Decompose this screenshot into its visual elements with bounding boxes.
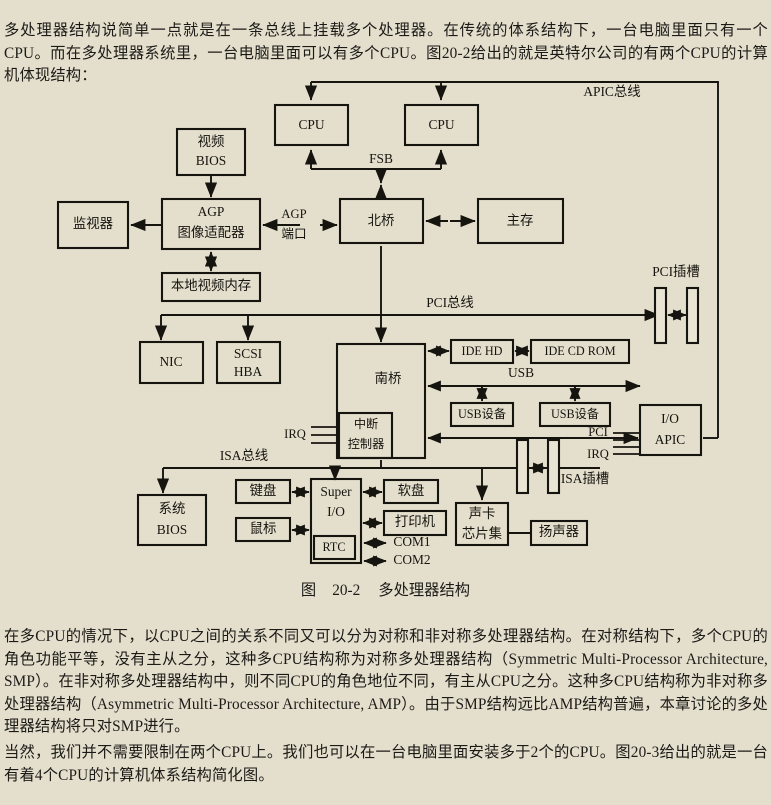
ioapic-pci-irq-lines <box>613 432 639 455</box>
node-speaker-label: 扬声器 <box>539 524 580 539</box>
figure-caption-prefix: 图 <box>300 582 317 599</box>
diagram-svg: APIC总线 CPU CPU FSB 视频 BIOS AGP 图像适配器 监视器… <box>56 81 719 567</box>
label-isa-slot: ISA插槽 <box>561 471 609 486</box>
node-ide-cdrom-label: IDE CD ROM <box>544 344 615 358</box>
node-northbridge-label: 北桥 <box>368 213 395 228</box>
node-video-bios: 视频 BIOS <box>175 127 247 177</box>
node-southbridge-label: 南桥 <box>375 371 402 386</box>
node-cpu-2-label: CPU <box>428 117 454 132</box>
node-interrupt-controller: 中断 控制器 <box>337 411 394 460</box>
node-system-bios: 系统 BIOS <box>136 493 208 547</box>
label-pci-bus: PCI总线 <box>426 295 474 310</box>
node-interrupt-controller-label-2: 控制器 <box>348 437 385 451</box>
book-page: 多处理器结构说简单一点就是在一条总线上挂载多个处理器。在传统的体系结构下，一台电… <box>0 0 771 805</box>
node-mouse: 鼠标 <box>234 516 292 543</box>
node-ide-hd-label: IDE HD <box>462 344 503 358</box>
node-sound-card-label-1: 声卡 <box>469 506 496 521</box>
node-ide-cdrom: IDE CD ROM <box>529 338 631 365</box>
node-northbridge: 北桥 <box>338 197 425 245</box>
node-rtc: RTC <box>312 534 357 561</box>
node-cpu-1: CPU <box>273 103 350 147</box>
node-super-io-label-2: I/O <box>327 504 345 519</box>
node-system-bios-label-1: 系统 <box>159 501 186 516</box>
node-com1-label: COM1 <box>393 534 430 549</box>
node-interrupt-controller-label-1: 中断 <box>354 416 378 431</box>
label-agp-port-2: 端口 <box>281 227 306 241</box>
label-usb: USB <box>508 365 534 380</box>
label-pci-line: PCI <box>588 425 608 439</box>
node-sound-card: 声卡 芯片集 <box>454 501 510 547</box>
figure-multiprocessor-architecture: APIC总线 CPU CPU FSB 视频 BIOS AGP 图像适配器 监视器… <box>0 70 771 580</box>
figure-caption: 图 20-2 多处理器结构 <box>0 578 771 600</box>
node-nic-label: NIC <box>159 354 182 369</box>
node-usb-device-1-label: USB设备 <box>458 407 506 421</box>
node-io-apic: I/O APIC <box>638 403 703 457</box>
node-super-io-label-1: Super <box>320 484 352 499</box>
node-local-video-memory-label: 本地视频内存 <box>171 278 251 293</box>
label-pci-slot: PCI插槽 <box>652 264 700 279</box>
node-com2-label: COM2 <box>393 552 430 567</box>
node-agp-label-1: AGP <box>198 204 225 219</box>
label-irq: IRQ <box>284 427 306 441</box>
node-usb-device-2: USB设备 <box>538 401 612 428</box>
node-floppy-label: 软盘 <box>398 482 425 498</box>
figure-caption-title: 多处理器结构 <box>378 582 471 599</box>
node-usb-device-1: USB设备 <box>449 401 515 428</box>
usb-bus-line <box>427 379 641 402</box>
node-io-apic-label-2: APIC <box>655 432 686 447</box>
node-speaker: 扬声器 <box>529 519 589 547</box>
node-monitor: 监视器 <box>56 200 130 250</box>
node-main-memory: 主存 <box>476 197 565 245</box>
node-nic: NIC <box>138 340 205 385</box>
node-scsi-hba-label-2: HBA <box>234 364 263 379</box>
node-agp-adapter: AGP 图像适配器 <box>160 197 262 251</box>
label-agp-port-1: AGP <box>281 207 306 221</box>
node-io-apic-label-1: I/O <box>661 411 679 426</box>
node-system-bios-label-2: BIOS <box>157 522 188 537</box>
node-printer-label: 打印机 <box>395 513 436 529</box>
node-usb-device-2-label: USB设备 <box>551 407 599 421</box>
node-printer: 打印机 <box>382 509 448 537</box>
node-video-bios-label-2: BIOS <box>196 153 227 168</box>
node-ide-hd: IDE HD <box>449 338 515 365</box>
node-cpu-2: CPU <box>403 103 480 147</box>
pci-slot-connectors <box>653 286 700 345</box>
irq-lines-southbridge <box>311 426 338 444</box>
isa-slot-connectors <box>515 438 561 495</box>
node-monitor-label: 监视器 <box>73 216 114 231</box>
node-keyboard: 键盘 <box>234 478 292 505</box>
label-fsb: FSB <box>369 151 393 166</box>
label-isa-bus: ISA总线 <box>220 448 268 463</box>
node-video-bios-label-1: 视频 <box>198 134 225 149</box>
node-main-memory-label: 主存 <box>507 213 534 228</box>
node-sound-card-label-2: 芯片集 <box>462 526 502 541</box>
node-scsi-hba-label-1: SCSI <box>234 346 262 361</box>
figure-caption-number: 20-2 <box>332 582 361 599</box>
node-mouse-label: 鼠标 <box>250 521 277 536</box>
node-floppy: 软盘 <box>382 478 440 505</box>
node-local-video-memory: 本地视频内存 <box>160 271 262 303</box>
node-scsi-hba: SCSI HBA <box>215 340 282 385</box>
node-rtc-label: RTC <box>323 540 346 554</box>
label-irq-line: IRQ <box>587 447 609 461</box>
apic-bus-line <box>304 81 719 439</box>
node-keyboard-label: 键盘 <box>250 482 277 498</box>
pci-bus-line <box>154 246 661 343</box>
paragraph-four-cpu: 当然，我们并不需要限制在两个CPU上。我们也可以在一台电脑里面安装多于2个的CP… <box>4 744 768 784</box>
node-cpu-1-label: CPU <box>298 117 324 132</box>
node-agp-label-2: 图像适配器 <box>178 225 246 240</box>
paragraph-smp-amp: 在多CPU的情况下，以CPU之间的关系不同又可以分为对称和非对称多处理器结构。在… <box>4 628 768 736</box>
isa-bus-line <box>156 460 600 501</box>
label-apic-bus: APIC总线 <box>583 84 640 99</box>
